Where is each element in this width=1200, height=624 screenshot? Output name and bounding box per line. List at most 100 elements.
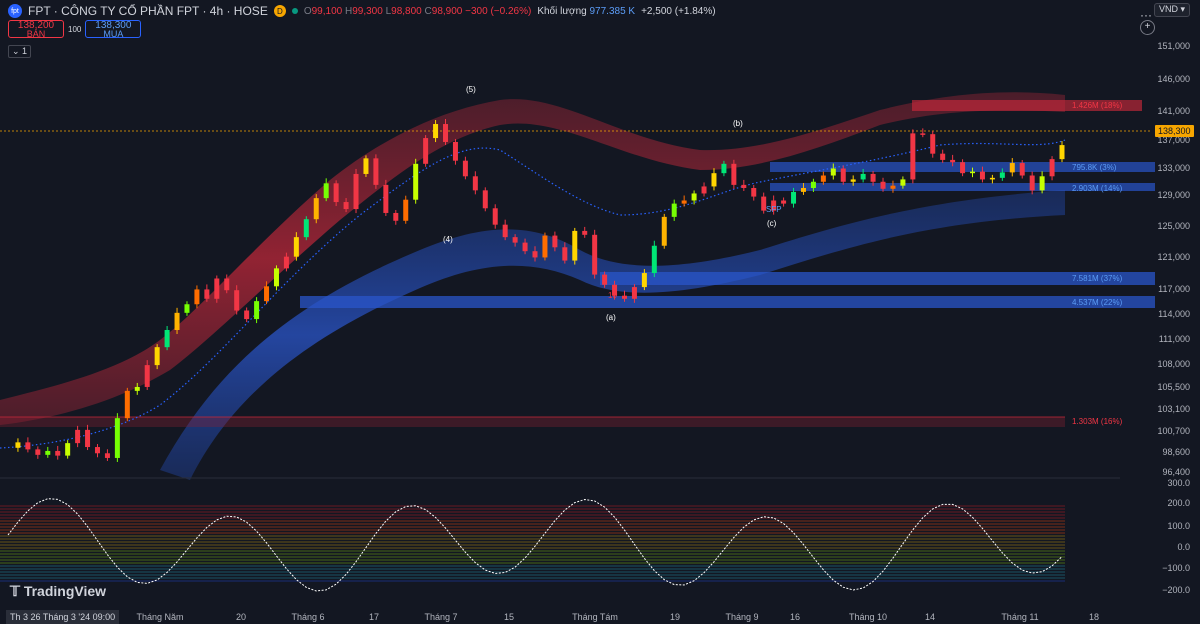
fib-level-label: 795.8K (3%) [1072,163,1117,172]
tv-logo-icon: 𝕋 [10,583,24,599]
candle [75,429,81,444]
price-tick-label: 98,600 [1162,447,1190,457]
candle [383,184,389,213]
candle [55,450,61,456]
market-status-icon[interactable] [291,8,298,14]
candle [691,193,697,201]
candle [25,442,31,450]
candle [602,274,608,285]
candle [293,237,299,257]
sell-button[interactable]: 138,200 BÁN [8,20,64,39]
candle [999,172,1005,178]
price-tick-label: 146,000 [1157,74,1190,84]
candle [512,237,518,243]
price-tick-label: 103,100 [1157,404,1190,414]
candle [910,133,916,180]
fib-level-label: 1.303M (16%) [1072,417,1123,426]
price-axis[interactable]: 151,000 146,000 141,000 137,000 133,000 129,0… [1120,0,1200,600]
price-tick-label: 105,500 [1157,382,1190,392]
candle [791,191,797,204]
candle [124,390,130,419]
candle [850,179,856,182]
candle [751,188,757,197]
time-tick-label: Tháng Tám [572,612,618,622]
candle [45,450,51,455]
candle [989,177,995,180]
volume-readout: Khối lượng 977.385 K [537,5,636,17]
candle [661,216,667,246]
time-tick-label: Tháng 11 [1001,612,1039,622]
symbol-logo-icon[interactable]: fpt [8,4,22,18]
candle [313,198,319,220]
candle [254,301,260,320]
candle [1039,176,1045,191]
extra-change: +2,500 (+1.84%) [641,5,716,17]
buy-button[interactable]: 138,300 MUA [85,20,142,39]
dividend-badge[interactable]: D [273,5,286,17]
candle [214,278,220,299]
candle [403,199,409,221]
candle [681,200,687,204]
time-tick-label: 18 [1088,612,1100,622]
candle [35,449,41,455]
candle [970,171,976,174]
candle [920,133,926,135]
candle [194,289,200,305]
time-tick-label: 20 [235,612,247,622]
candle [631,287,637,299]
candle [144,365,150,387]
candle [671,203,677,217]
time-tick-label: 19 [669,612,681,622]
candle [701,186,707,194]
candle [65,443,71,456]
candle [950,159,956,163]
candle [423,138,429,164]
time-axis[interactable]: Tháng Năm 20 Tháng 6 17 Tháng 7 15 Tháng Tám 19… [0,604,1120,624]
candle [1029,175,1035,191]
chart-header: fpt FPT · CÔNG TY CỔ PHẦN FPT · 4h · HOS… [0,0,1128,22]
fib-level-label: 2.903M (14%) [1072,184,1123,193]
candle [542,235,548,258]
oscillator-tick-label: −100.0 [1162,563,1190,573]
wave-label: (a) [606,313,616,322]
price-tick-label: 100,700 [1157,426,1190,436]
candle [890,185,896,189]
ohlc-values: O99,100 H99,300 L98,800 C98,900 −300 (−0… [303,5,532,17]
candle [731,163,737,185]
candle [303,219,309,238]
candle [492,208,498,225]
candle [184,304,190,313]
candle [273,268,279,287]
price-tick-label: 133,000 [1157,163,1190,173]
candle [810,181,816,188]
candle [154,347,160,366]
fib-level-label: 7.581M (37%) [1072,274,1123,283]
tradingview-logo[interactable]: 𝕋 TradingView [10,583,106,600]
candle [482,190,488,209]
candle [224,278,230,291]
symbol-title[interactable]: FPT · CÔNG TY CỔ PHẦN FPT · 4h · HOSE [28,4,268,18]
candle [443,124,449,142]
oscillator-tick-label: 300.0 [1167,478,1190,488]
candle [94,447,100,454]
candle [860,173,866,180]
candle [393,212,399,221]
price-tick-label: 114,000 [1158,309,1190,319]
candle [562,247,568,261]
fib-level-label: 1.426M (18%) [1072,101,1123,110]
candle [1009,163,1015,173]
collapse-indicators-button[interactable]: ⌄ 1 [8,45,32,58]
wave-label: (c) [767,219,777,228]
wave-label: (4) [443,235,453,244]
price-chart[interactable]: 1.426M (18%) 795.8K (3%) 2.903M (14%) 7.581… [0,0,1200,624]
candle [462,160,468,177]
time-tick-label: Tháng 7 [424,612,458,622]
oscillator-tick-label: −200.0 [1162,585,1190,595]
candle [134,386,140,391]
price-tick-label: 108,000 [1157,359,1190,369]
wave-label: (b) [733,119,743,128]
candle [234,290,240,311]
candle [363,158,369,174]
candle [552,235,558,248]
price-tick-label: 125,000 [1157,221,1190,231]
